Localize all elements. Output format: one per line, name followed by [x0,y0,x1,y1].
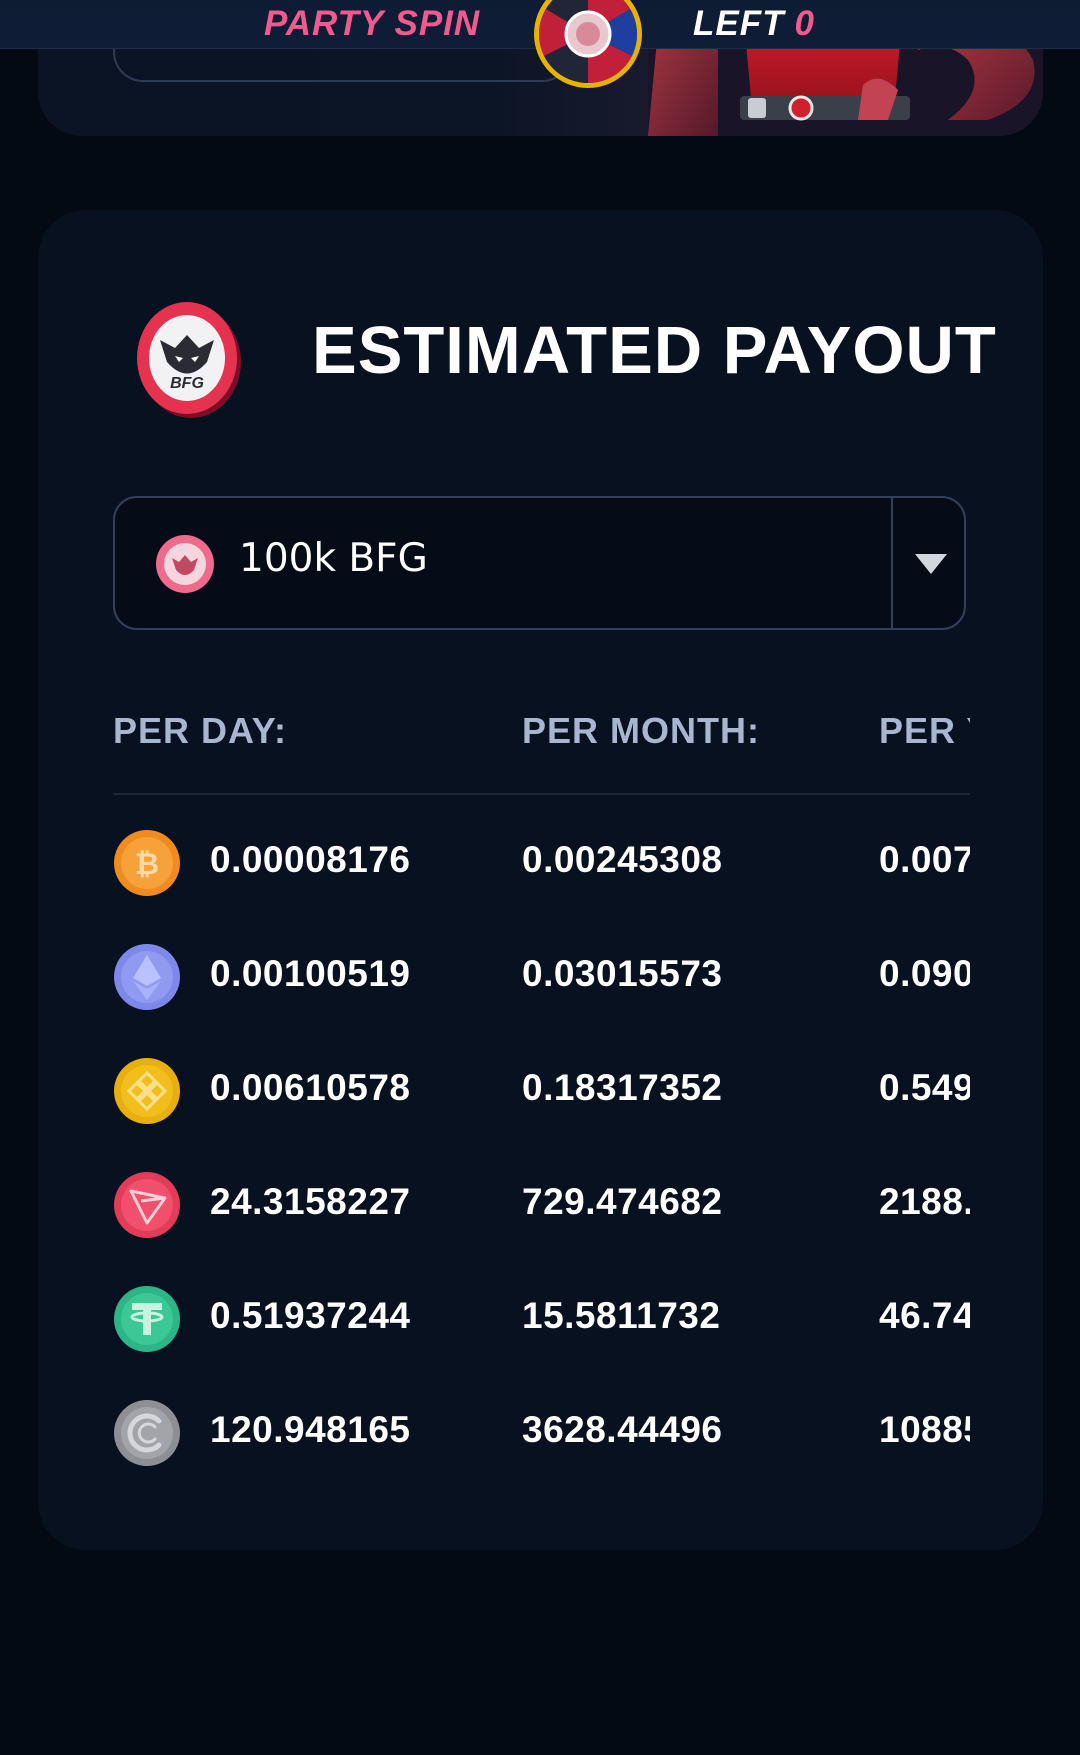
per-day-value: 0.51937244 [210,1295,411,1336]
table-row: 0.51937244 15.5811732 46.74 [113,1285,970,1355]
chevron-down-icon[interactable] [915,554,947,574]
payout-table: PER DAY: PER MONTH: PER Y ₿ 0.00008176 0… [113,690,970,1490]
table-row: 0.00610578 0.18317352 0.549 [113,1057,970,1127]
per-month-value: 0.03015573 [522,953,723,994]
svg-text:₿: ₿ [135,848,159,881]
tron-icon [114,1172,180,1238]
spin-wheel-icon[interactable] [532,0,644,90]
per-month-value: 0.18317352 [522,1067,723,1108]
per-year-value: 0.090 [879,953,970,994]
per-year-value: 46.74 [879,1295,970,1336]
per-month-value: 3628.44496 [522,1409,723,1450]
table-row: 24.3158227 729.474682 2188. [113,1171,970,1241]
per-year-value: 10885 [879,1409,970,1450]
per-month-value: 15.5811732 [522,1295,721,1336]
bnb-icon [114,1058,180,1124]
table-row: ₿ 0.00008176 0.00245308 0.007 [113,829,970,899]
spins-left-label: LEFT 0 [693,0,815,48]
per-day-value: 24.3158227 [210,1181,411,1222]
party-spin-label: PARTY SPIN [264,4,481,43]
header-per-year: PER Y [879,710,970,751]
header-per-month: PER MONTH: [522,710,760,751]
per-day-value: 0.00100519 [210,953,411,994]
per-month-value: 729.474682 [522,1181,723,1222]
svg-text:BFG: BFG [170,375,204,392]
table-row: 0.00100519 0.03015573 0.090 [113,943,970,1013]
coin-c-icon [114,1400,180,1466]
bitcoin-icon: ₿ [114,830,180,896]
per-day-value: 0.00610578 [210,1067,411,1108]
per-month-value: 0.00245308 [522,839,723,880]
ethereum-icon [114,944,180,1010]
tether-icon [114,1286,180,1352]
select-divider [891,498,893,628]
per-day-value: 120.948165 [210,1409,411,1450]
amount-select[interactable]: 100k BFG [113,496,966,630]
left-label: LEFT [693,4,785,43]
header-divider [113,793,970,795]
table-row: 120.948165 3628.44496 10885 [113,1399,970,1469]
per-year-value: 2188. [879,1181,970,1222]
select-value: 100k BFG [239,536,428,581]
per-year-value: 0.549 [879,1067,970,1108]
bfg-coin-icon [156,535,214,593]
header-per-day: PER DAY: [113,710,288,751]
per-year-value: 0.007 [879,839,970,880]
payout-title: ESTIMATED PAYOUT [312,313,997,388]
bfg-logo-icon: BFG [137,302,241,418]
per-day-value: 0.00008176 [210,839,411,880]
spins-left-count: 0 [794,4,815,43]
